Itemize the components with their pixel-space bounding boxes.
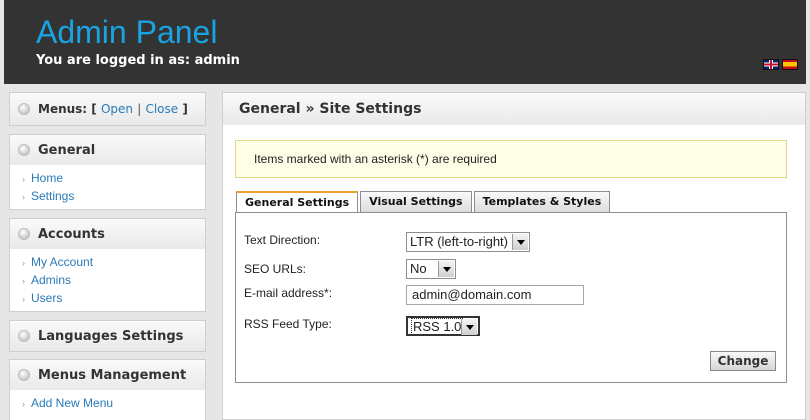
chevron-down-icon[interactable] <box>461 319 477 335</box>
bullet-icon <box>18 103 30 115</box>
general-title: General <box>38 142 96 158</box>
spain-flag-icon[interactable] <box>782 59 798 70</box>
sidebar-item-settings[interactable]: › Settings <box>22 187 205 205</box>
language-flags <box>763 59 798 70</box>
chevron-right-icon: › <box>22 192 25 202</box>
accounts-panel: Accounts › My Account › Admins › Users <box>9 218 206 312</box>
rss-feed-type-label: RSS Feed Type: <box>244 317 332 331</box>
menus-management-list: › Add New Menu <box>10 390 205 416</box>
menus-bracket-end: ] <box>182 102 188 116</box>
menus-close-link[interactable]: Close <box>145 102 178 116</box>
uk-flag-icon[interactable] <box>763 59 779 70</box>
accounts-panel-header[interactable]: Accounts <box>10 219 205 249</box>
sidebar-item-label: My Account <box>31 255 94 269</box>
general-panel: General › Home › Settings <box>9 134 206 210</box>
general-panel-header[interactable]: General <box>10 135 205 165</box>
bullet-icon <box>18 330 30 342</box>
logged-in-status: You are logged in as: admin <box>36 53 240 68</box>
settings-tabs: General Settings Visual Settings Templat… <box>236 191 612 213</box>
sidebar-item-label: Users <box>31 291 63 305</box>
sidebar-item-home[interactable]: › Home <box>22 169 205 187</box>
chevron-right-icon: › <box>22 276 25 286</box>
menus-panel-header: Menus: [ Open | Close ] <box>10 93 205 125</box>
menus-management-panel-header[interactable]: Menus Management <box>10 360 205 390</box>
sidebar-item-label: Add New Menu <box>31 396 114 410</box>
tab-general-settings[interactable]: General Settings <box>236 191 359 213</box>
rss-feed-type-value: RSS 1.0 <box>411 318 464 335</box>
text-direction-value: LTR (left-to-right) <box>410 234 508 249</box>
seo-urls-label: SEO URLs: <box>244 262 307 276</box>
languages-title: Languages Settings <box>38 328 184 344</box>
email-field[interactable]: admin@domain.com <box>406 285 584 305</box>
header: Admin Panel You are logged in as: admin <box>4 0 806 84</box>
sidebar-item-label: Admins <box>31 273 72 287</box>
menus-separator: | <box>137 102 142 116</box>
menus-management-title: Menus Management <box>38 367 187 383</box>
chevron-down-icon[interactable] <box>438 261 454 277</box>
chevron-down-icon[interactable] <box>512 234 528 250</box>
sidebar-item-admins[interactable]: › Admins <box>22 271 205 289</box>
seo-urls-value: No <box>410 261 427 276</box>
accounts-title: Accounts <box>38 226 105 242</box>
app-title: Admin Panel <box>36 14 218 50</box>
text-direction-label: Text Direction: <box>244 233 321 247</box>
settings-form: Text Direction: LTR (left-to-right) SEO … <box>235 212 787 383</box>
main-panel: General » Site Settings Items marked wit… <box>222 92 806 420</box>
page-title: General » Site Settings <box>223 93 805 125</box>
tab-visual-settings[interactable]: Visual Settings <box>360 191 472 212</box>
menus-label: Menus: [ <box>38 102 97 116</box>
change-button[interactable]: Change <box>710 351 776 371</box>
languages-panel-header[interactable]: Languages Settings <box>10 321 205 351</box>
sidebar-item-my-account[interactable]: › My Account <box>22 253 205 271</box>
seo-urls-select[interactable]: No <box>406 259 456 279</box>
text-direction-select[interactable]: LTR (left-to-right) <box>406 232 530 252</box>
menus-management-panel: Menus Management › Add New Menu <box>9 359 206 420</box>
chevron-right-icon: › <box>22 174 25 184</box>
chevron-right-icon: › <box>22 399 25 409</box>
rss-feed-type-select[interactable]: RSS 1.0 <box>406 316 480 336</box>
sidebar-item-label: Settings <box>31 189 75 203</box>
languages-panel: Languages Settings <box>9 320 206 352</box>
menus-toggle: Menus: [ Open | Close ] <box>38 102 188 116</box>
sidebar-item-add-new-menu[interactable]: › Add New Menu <box>22 394 205 412</box>
chevron-right-icon: › <box>22 294 25 304</box>
sidebar-item-users[interactable]: › Users <box>22 289 205 307</box>
bullet-icon <box>18 228 30 240</box>
email-label: E-mail address*: <box>244 286 333 300</box>
bullet-icon <box>18 369 30 381</box>
bullet-icon <box>18 144 30 156</box>
accounts-menu-list: › My Account › Admins › Users <box>10 249 205 311</box>
sidebar-item-label: Home <box>31 171 64 185</box>
chevron-right-icon: › <box>22 258 25 268</box>
menus-open-link[interactable]: Open <box>101 102 133 116</box>
tab-templates-styles[interactable]: Templates & Styles <box>473 191 611 212</box>
required-notice: Items marked with an asterisk (*) are re… <box>235 140 787 178</box>
menus-panel: Menus: [ Open | Close ] <box>9 92 206 126</box>
general-menu-list: › Home › Settings <box>10 165 205 209</box>
